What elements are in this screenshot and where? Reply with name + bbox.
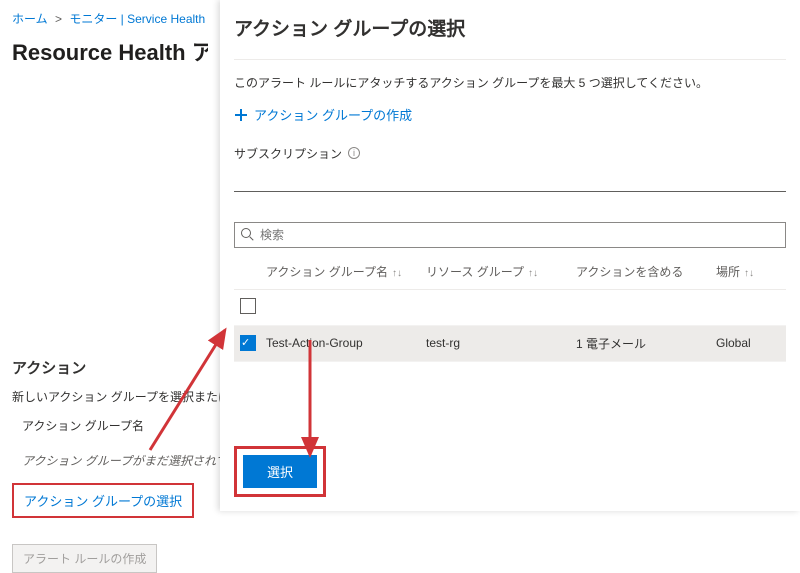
breadcrumb-home[interactable]: ホーム — [12, 12, 48, 26]
create-action-group-label: アクション グループの作成 — [254, 105, 412, 124]
row-checkbox[interactable]: ✓ — [240, 335, 256, 351]
subscription-input[interactable] — [234, 166, 786, 192]
info-icon[interactable]: i — [348, 147, 360, 159]
search-wrap[interactable] — [234, 222, 786, 248]
cell-rg: test-rg — [426, 336, 576, 350]
select-all-checkbox[interactable] — [240, 298, 256, 314]
action-group-grid: アクション グループ名↑↓ リソース グループ↑↓ アクションを含める 場所↑↓… — [234, 254, 786, 362]
breadcrumb-monitor[interactable]: モニター | Service Health — [69, 12, 205, 26]
select-action-group-link[interactable]: アクション グループの選択 — [12, 483, 194, 518]
blade-title: アクション グループの選択 — [234, 0, 786, 60]
select-button[interactable]: 選択 — [243, 455, 317, 488]
sort-icon: ↑↓ — [388, 268, 402, 279]
col-name[interactable]: アクション グループ名↑↓ — [266, 263, 426, 280]
page-title: Resource Health アラート — [12, 35, 208, 67]
subscription-label: サブスクリプション i — [234, 145, 786, 162]
create-alert-rule-button: アラート ルールの作成 — [12, 544, 157, 573]
cell-name: Test-Action-Group — [266, 336, 426, 350]
section-heading-action: アクション — [12, 357, 208, 378]
sort-icon: ↑↓ — [524, 268, 538, 279]
table-row[interactable]: ✓ Test-Action-Group test-rg 1 電子メール Glob… — [234, 326, 786, 362]
grid-select-all-row — [234, 290, 786, 326]
col-include[interactable]: アクションを含める — [576, 263, 716, 280]
col-rg[interactable]: リソース グループ↑↓ — [426, 263, 576, 280]
cell-location: Global — [716, 336, 776, 350]
help-text: 新しいアクション グループを選択または作成す — [12, 388, 208, 405]
field-label-ag-name: アクション グループ名 — [12, 417, 208, 434]
left-pane: ホーム > モニター | Service Health > サービ Resour… — [0, 0, 220, 511]
cell-include: 1 電子メール — [576, 335, 716, 352]
sort-icon: ↑↓ — [740, 268, 754, 279]
search-input[interactable] — [260, 228, 779, 242]
blade-footer: 選択 — [234, 446, 326, 497]
breadcrumb: ホーム > モニター | Service Health > サービ — [12, 10, 208, 27]
search-icon — [241, 228, 254, 241]
select-action-group-blade: アクション グループの選択 このアラート ルールにアタッチするアクション グルー… — [220, 0, 800, 511]
blade-description: このアラート ルールにアタッチするアクション グループを最大 5 つ選択してくだ… — [234, 74, 786, 91]
create-action-group-link[interactable]: アクション グループの作成 — [234, 105, 412, 124]
chevron-right-icon: > — [51, 12, 66, 26]
plus-icon — [234, 108, 248, 122]
empty-state-message: アクション グループがまだ選択されていません — [12, 452, 208, 469]
col-location[interactable]: 場所↑↓ — [716, 263, 776, 280]
grid-header: アクション グループ名↑↓ リソース グループ↑↓ アクションを含める 場所↑↓ — [234, 254, 786, 290]
